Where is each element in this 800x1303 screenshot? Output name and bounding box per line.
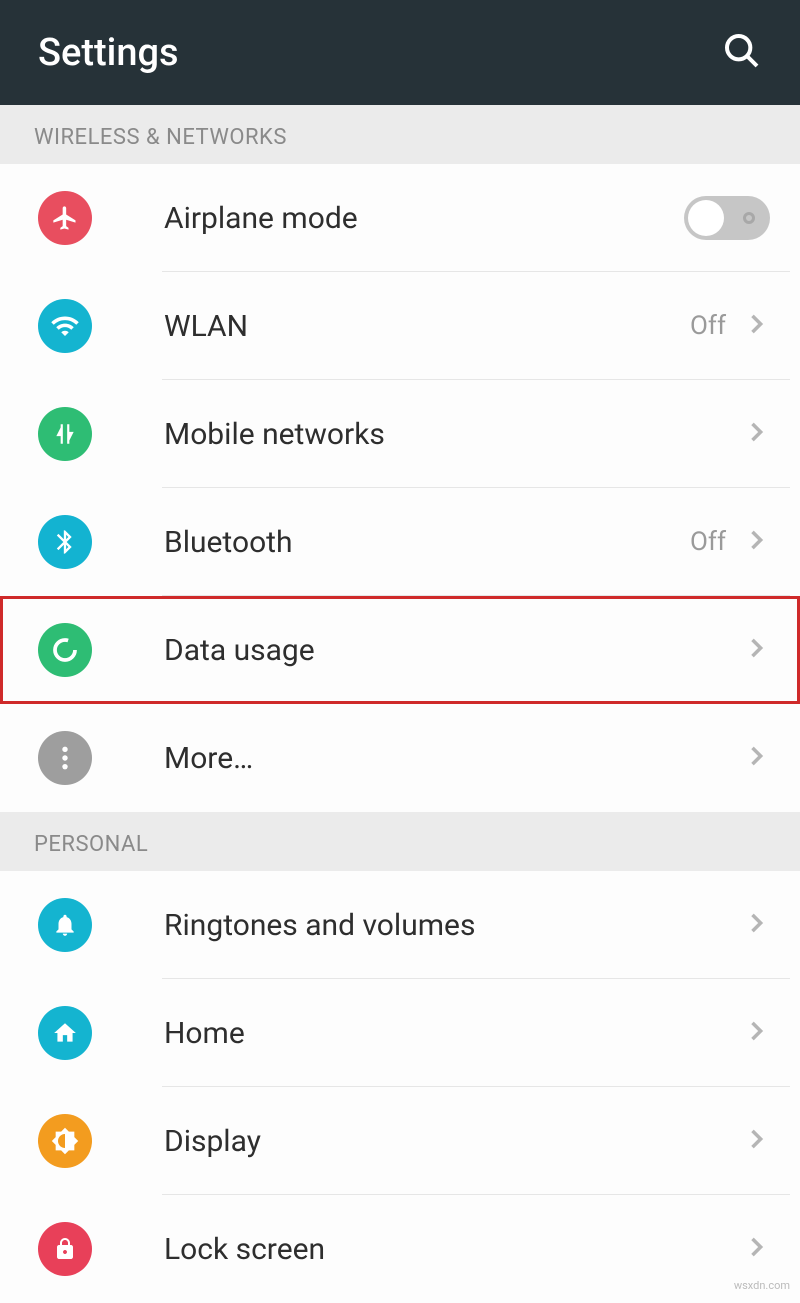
home-icon — [38, 1006, 92, 1060]
row-lock-screen[interactable]: Lock screen — [0, 1195, 800, 1303]
section-header-personal: PERSONAL — [0, 812, 800, 871]
lock-screen-label: Lock screen — [164, 1232, 742, 1267]
personal-list: Ringtones and volumes Home Display Lock … — [0, 871, 800, 1303]
lock-icon — [38, 1222, 92, 1276]
row-bluetooth[interactable]: Bluetooth Off — [0, 488, 800, 596]
airplane-icon — [38, 191, 92, 245]
chevron-right-icon — [742, 1233, 770, 1265]
chevron-right-icon — [742, 909, 770, 941]
airplane-toggle[interactable] — [684, 196, 770, 240]
app-header: Settings — [0, 0, 800, 105]
display-label: Display — [164, 1124, 742, 1159]
bluetooth-label: Bluetooth — [164, 525, 690, 560]
wireless-list: Airplane mode WLAN Off Mobile networks — [0, 164, 800, 812]
data-usage-label: Data usage — [164, 633, 742, 668]
row-wlan[interactable]: WLAN Off — [0, 272, 800, 380]
chevron-right-icon — [742, 1017, 770, 1049]
bluetooth-status: Off — [690, 527, 726, 557]
mobile-networks-icon — [38, 407, 92, 461]
section-header-wireless: WIRELESS & NETWORKS — [0, 105, 800, 164]
chevron-right-icon — [742, 1125, 770, 1157]
row-data-usage[interactable]: Data usage — [0, 596, 800, 704]
search-button[interactable] — [722, 31, 762, 75]
display-icon — [38, 1114, 92, 1168]
bluetooth-icon — [38, 515, 92, 569]
row-home[interactable]: Home — [0, 979, 800, 1087]
chevron-right-icon — [742, 634, 770, 666]
chevron-right-icon — [742, 742, 770, 774]
home-label: Home — [164, 1016, 742, 1051]
search-icon — [722, 31, 762, 71]
mobile-networks-label: Mobile networks — [164, 417, 742, 452]
data-usage-icon — [38, 623, 92, 677]
row-mobile-networks[interactable]: Mobile networks — [0, 380, 800, 488]
chevron-right-icon — [742, 310, 770, 342]
wifi-icon — [38, 299, 92, 353]
airplane-label: Airplane mode — [164, 201, 684, 236]
row-more[interactable]: More… — [0, 704, 800, 812]
row-ringtones[interactable]: Ringtones and volumes — [0, 871, 800, 979]
more-label: More… — [164, 741, 742, 776]
chevron-right-icon — [742, 526, 770, 558]
row-display[interactable]: Display — [0, 1087, 800, 1195]
page-title: Settings — [38, 31, 179, 75]
wlan-label: WLAN — [164, 309, 690, 344]
wlan-status: Off — [690, 311, 726, 341]
watermark: wsxdn.com — [734, 1279, 790, 1292]
bell-icon — [38, 898, 92, 952]
more-icon — [38, 731, 92, 785]
chevron-right-icon — [742, 418, 770, 450]
row-airplane-mode[interactable]: Airplane mode — [0, 164, 800, 272]
ringtones-label: Ringtones and volumes — [164, 908, 742, 943]
